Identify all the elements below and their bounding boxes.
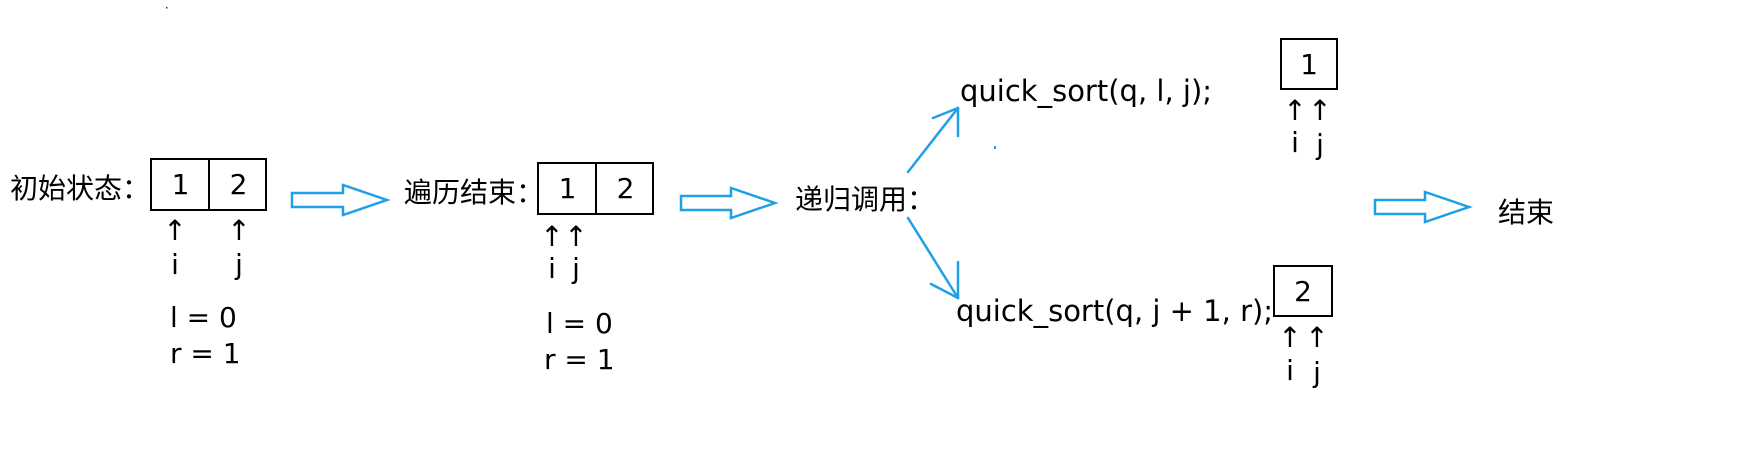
block-arrow-right-icon bbox=[1373, 190, 1473, 224]
branch-arrow-up-icon bbox=[906, 106, 960, 174]
flow-arrows bbox=[166, 7, 1473, 300]
stray-dot bbox=[166, 7, 168, 9]
branch-arrow-down-icon bbox=[906, 216, 960, 300]
block-arrow-right-icon bbox=[679, 186, 779, 220]
stray-dot bbox=[994, 146, 996, 149]
block-arrow-right-icon bbox=[290, 183, 391, 217]
